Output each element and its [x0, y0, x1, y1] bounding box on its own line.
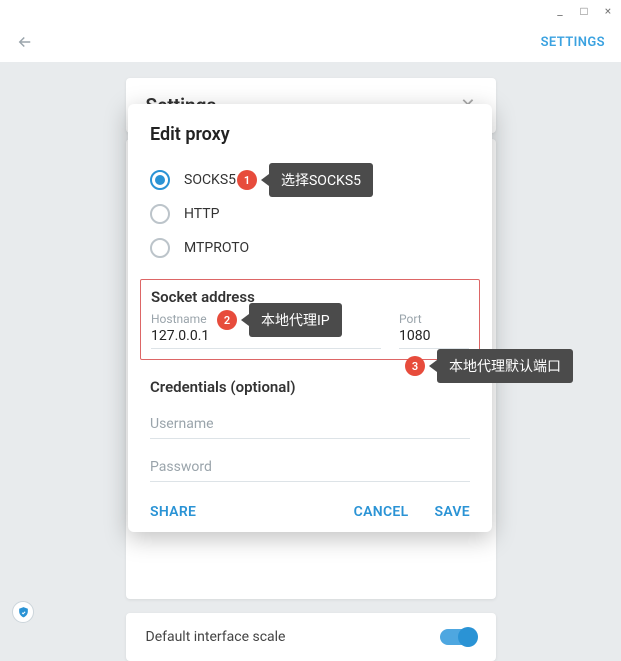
scale-toggle[interactable]: [440, 629, 476, 645]
username-placeholder: Username: [150, 410, 470, 438]
password-placeholder: Password: [150, 453, 470, 481]
annotation-arrow-icon: [261, 174, 269, 186]
annotation-arrow-icon: [429, 360, 437, 372]
proxy-option-label: SOCKS5: [184, 172, 236, 188]
proxy-option-http[interactable]: HTTP: [150, 197, 470, 231]
proxy-option-mtproto[interactable]: MTPROTO: [150, 231, 470, 265]
share-button[interactable]: SHARE: [150, 504, 196, 520]
radio-icon: [150, 204, 170, 224]
proxy-option-label: MTPROTO: [184, 240, 249, 256]
annotation-badge: 1: [237, 170, 257, 190]
window-close-button[interactable]: ×: [601, 4, 615, 18]
window-maximize-button[interactable]: □: [577, 4, 591, 18]
scale-row: Default interface scale: [126, 613, 496, 661]
topbar: SETTINGS: [0, 22, 621, 62]
annotation-1: 1 选择SOCKS5: [237, 163, 373, 197]
shield-icon[interactable]: [12, 601, 34, 623]
window-minimize-button[interactable]: _: [553, 4, 567, 18]
settings-link[interactable]: SETTINGS: [541, 35, 605, 50]
annotation-tip: 选择SOCKS5: [269, 163, 373, 197]
port-label: Port: [399, 312, 469, 326]
annotation-arrow-icon: [241, 314, 249, 326]
back-button[interactable]: [16, 33, 34, 51]
annotation-badge: 3: [405, 356, 425, 376]
annotation-3: 3 本地代理默认端口: [405, 349, 573, 383]
annotation-2: 2 本地代理IP: [217, 303, 342, 337]
annotation-badge: 2: [217, 310, 237, 330]
radio-icon: [150, 238, 170, 258]
port-field[interactable]: Port 1080: [399, 312, 469, 349]
password-field[interactable]: Password: [150, 453, 470, 482]
username-field[interactable]: Username: [150, 410, 470, 439]
save-button[interactable]: SAVE: [434, 504, 470, 520]
modal-title: Edit proxy: [150, 124, 470, 145]
window-titlebar: _ □ ×: [0, 0, 621, 22]
cancel-button[interactable]: CANCEL: [354, 504, 409, 520]
annotation-tip: 本地代理IP: [249, 303, 342, 337]
radio-selected-icon: [150, 170, 170, 190]
scale-label: Default interface scale: [146, 629, 286, 645]
annotation-tip: 本地代理默认端口: [437, 349, 573, 383]
modal-actions: SHARE CANCEL SAVE: [150, 504, 470, 520]
port-value: 1080: [399, 328, 469, 348]
proxy-option-label: HTTP: [184, 206, 219, 222]
